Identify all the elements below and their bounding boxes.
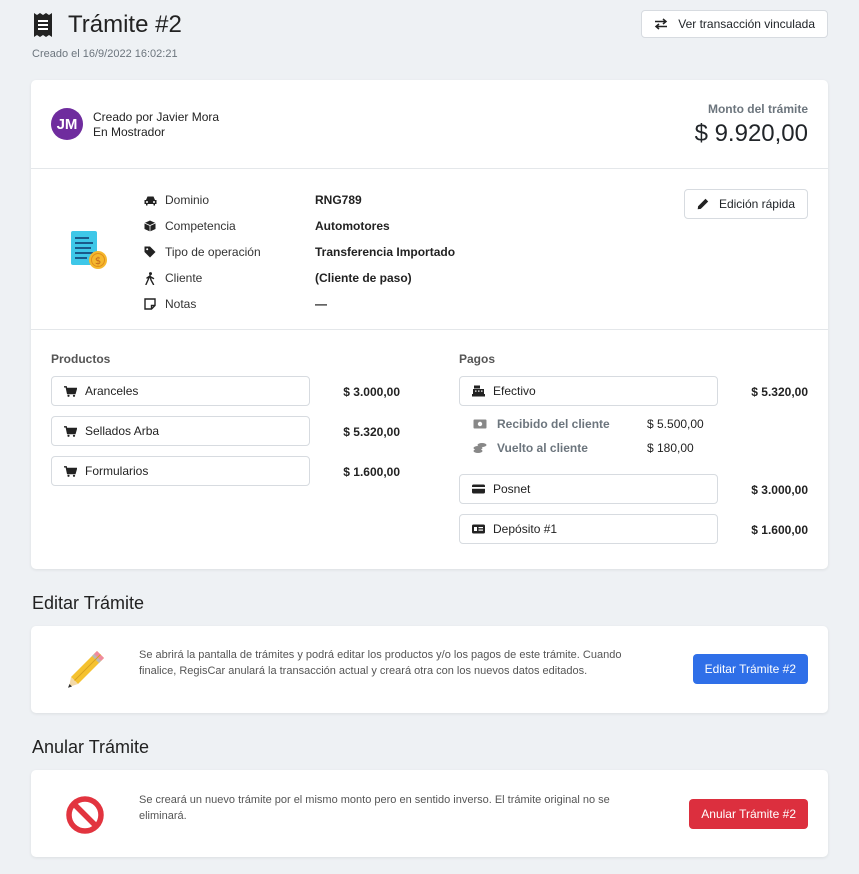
detail-value: Automotores	[315, 219, 390, 233]
product-item[interactable]: Aranceles	[51, 376, 310, 406]
cash-change-row: Vuelto al cliente $ 180,00	[473, 441, 694, 455]
receipt-icon	[34, 13, 52, 37]
detail-row-client: Cliente (Cliente de paso)	[143, 265, 455, 291]
cart-icon	[64, 425, 77, 437]
page-header: Trámite #2 Creado el 16/9/2022 16:02:21 …	[32, 10, 828, 60]
cart-icon	[64, 385, 77, 397]
details-section: $ Dominio RNG789 Competencia Automotores	[31, 169, 828, 330]
swap-arrows-icon	[655, 18, 668, 30]
transaction-card: JM Creado por Javier Mora En Mostrador M…	[31, 80, 828, 569]
payment-label: Efectivo	[493, 384, 536, 398]
product-item[interactable]: Sellados Arba	[51, 416, 310, 446]
change-value: $ 180,00	[647, 441, 694, 455]
created-by: Creado por Javier Mora	[93, 110, 220, 124]
cancel-description: Se creará un nuevo trámite por el mismo …	[139, 794, 610, 822]
received-value: $ 5.500,00	[647, 417, 704, 431]
product-price: $ 1.600,00	[343, 465, 400, 479]
payment-price: $ 1.600,00	[751, 523, 808, 537]
quick-edit-label: Edición rápida	[718, 197, 795, 211]
cash-received-row: Recibido del cliente $ 5.500,00	[473, 417, 704, 431]
cart-icon	[64, 465, 77, 477]
pencil-illustration-icon	[68, 651, 104, 688]
detail-row-domain: Dominio RNG789	[143, 187, 455, 213]
prohibited-icon	[66, 796, 104, 834]
detail-value: RNG789	[315, 193, 362, 207]
person-walking-icon	[143, 271, 157, 285]
amount-label: Monto del trámite	[707, 102, 808, 116]
quick-edit-button[interactable]: Edición rápida	[683, 189, 808, 219]
credit-card-icon	[472, 484, 485, 494]
cancel-transaction-button[interactable]: Anular Trámite #2	[689, 799, 808, 829]
detail-list: Dominio RNG789 Competencia Automotores T…	[143, 187, 455, 317]
product-price: $ 3.000,00	[343, 385, 400, 399]
car-icon	[143, 193, 157, 207]
detail-label: Tipo de operación	[165, 245, 261, 259]
detail-row-operation-type: Tipo de operación Transferencia Importad…	[143, 239, 455, 265]
edit-description: Se abrirá la pantalla de trámites y podr…	[139, 649, 622, 677]
products-title: Productos	[51, 352, 111, 366]
detail-value: Transferencia Importado	[315, 245, 456, 259]
payment-price: $ 3.000,00	[751, 483, 808, 497]
view-linked-transaction-button[interactable]: Ver transacción vinculada	[641, 10, 828, 38]
page-title: Trámite #2	[68, 11, 182, 38]
pencil-icon	[697, 198, 709, 210]
channel: En Mostrador	[93, 125, 166, 139]
detail-value: —	[315, 297, 327, 311]
change-label: Vuelto al cliente	[497, 441, 588, 455]
product-label: Aranceles	[85, 384, 139, 398]
payments-title: Pagos	[459, 352, 496, 366]
edit-card: Se abrirá la pantalla de trámites y podr…	[31, 626, 828, 713]
payment-label: Posnet	[493, 482, 531, 496]
view-linked-transaction-label: Ver transacción vinculada	[678, 17, 815, 31]
detail-label: Cliente	[165, 271, 203, 285]
money-bill-icon	[473, 419, 487, 429]
edit-section-heading: Editar Trámite	[32, 593, 145, 613]
svg-text:$: $	[95, 256, 101, 267]
created-at: Creado el 16/9/2022 16:02:21	[32, 48, 178, 60]
cancel-section-heading: Anular Trámite	[32, 737, 150, 757]
product-label: Sellados Arba	[85, 424, 160, 438]
product-label: Formularios	[85, 464, 149, 478]
detail-label: Competencia	[165, 219, 236, 233]
document-money-icon: $	[71, 231, 107, 269]
detail-label: Notas	[165, 297, 197, 311]
received-label: Recibido del cliente	[497, 417, 610, 431]
cube-icon	[143, 219, 157, 233]
avatar: JM	[51, 108, 83, 140]
note-icon	[143, 297, 157, 311]
product-item[interactable]: Formularios	[51, 456, 310, 486]
amount-block: Monto del trámite $ 9.920,00	[695, 102, 808, 148]
detail-row-notes: Notas —	[143, 291, 455, 317]
payment-cash[interactable]: Efectivo	[459, 376, 718, 406]
amount-value: $ 9.920,00	[694, 120, 808, 147]
payment-posnet[interactable]: Posnet	[459, 474, 718, 504]
cancel-card: Se creará un nuevo trámite por el mismo …	[31, 770, 828, 857]
creator-info: Creado por Javier Mora En Mostrador	[93, 110, 219, 140]
cash-register-icon	[472, 385, 485, 397]
coins-icon	[473, 443, 487, 453]
detail-row-competence: Competencia Automotores	[143, 213, 455, 239]
tag-icon	[143, 245, 157, 259]
payment-deposit[interactable]: Depósito #1	[459, 514, 718, 544]
detail-label: Dominio	[165, 193, 210, 207]
product-price: $ 5.320,00	[343, 425, 400, 439]
payment-label: Depósito #1	[493, 522, 558, 536]
detail-value: (Cliente de paso)	[315, 271, 412, 285]
products-payments-section: Productos Aranceles $ 3.000,00 Sellados …	[31, 330, 828, 568]
payment-price: $ 5.320,00	[751, 385, 808, 399]
summary-section: JM Creado por Javier Mora En Mostrador M…	[31, 80, 828, 169]
id-card-icon	[472, 524, 485, 534]
edit-transaction-button[interactable]: Editar Trámite #2	[692, 654, 808, 684]
